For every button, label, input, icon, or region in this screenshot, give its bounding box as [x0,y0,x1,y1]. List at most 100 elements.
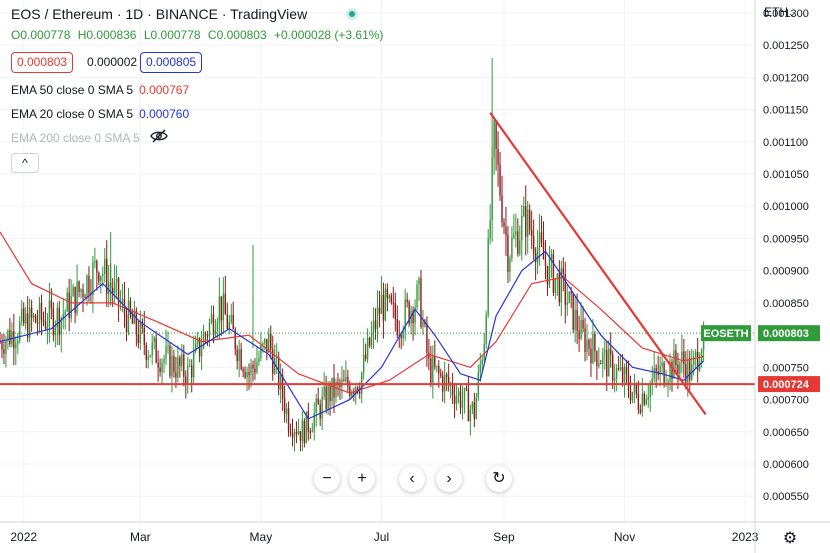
scroll-right-button[interactable]: › [436,466,462,492]
candle-body [216,322,219,331]
candle-body [677,364,679,374]
candle-body [167,345,169,347]
currency-select[interactable]: ETH⌄ [764,5,796,19]
candle-body [208,322,211,337]
x-tick-label: 2022 [10,530,37,544]
candle-body [279,374,282,390]
currency-label: ETH [764,5,788,19]
close-label: C [207,28,217,42]
candle-body [100,275,102,282]
candle-body [155,337,157,363]
ema20-legend[interactable]: EMA 20 close 0 SMA 5 0.000760 [11,107,189,121]
candle-body [495,121,497,149]
candle-body [513,234,515,238]
candle-body [283,398,286,414]
candle-body [649,383,651,397]
candle-body [325,386,327,409]
candle-body [64,311,66,315]
candle-body [232,314,234,330]
candle-body [384,288,387,321]
candle-body [17,340,19,345]
ema50-label: EMA 50 close 0 SMA 5 [11,83,134,97]
candle-body [651,378,653,384]
candle-body [359,391,361,394]
ema50-value: 0.000767 [139,83,190,97]
candle-body [562,268,564,274]
candle-body [297,431,300,434]
candle-body [673,350,675,379]
candle-body [163,358,165,363]
reset-chart-button[interactable]: ↻ [486,466,512,492]
x-tick-label: Nov [614,530,635,544]
ema50-legend[interactable]: EMA 50 close 0 SMA 5 0.000767 [11,83,189,97]
candle-body [145,345,147,360]
candle-body [528,209,531,230]
candle-body [5,340,7,354]
candle-body [598,363,600,367]
candle-body [611,354,614,381]
chart[interactable]: 0.001300 0.001250 0.001200 0.001150 0.001100… [0,0,830,553]
candle-body [386,288,389,299]
candle-body [149,355,151,357]
candle-body [574,310,576,330]
candle-body [390,295,393,303]
candle-body [295,431,298,434]
candle-body [576,310,578,331]
candle-body [309,431,312,433]
candle-body [315,398,317,414]
candle-body [600,363,602,365]
y-tick-label: 0.000900 [763,266,809,278]
candle-body [453,395,456,404]
candle-body [127,300,130,333]
candle-body [143,327,145,346]
candle-body [629,390,632,401]
candle-body [432,356,434,383]
candle-body [104,258,106,275]
ema200-legend[interactable]: EMA 200 close 0 SMA 5 [11,131,140,145]
candle-body [481,359,483,365]
candle-body [485,314,487,344]
open-label: O [11,28,21,42]
candle-body [139,321,142,344]
candle-body [370,333,373,346]
candle-body [527,209,529,237]
candle-body [48,300,51,327]
bid-button[interactable]: 0.000803 [11,52,74,73]
candle-body [264,338,266,344]
candle-body [647,396,649,400]
candle-body [420,278,422,327]
ask-button[interactable]: 0.000805 [140,52,203,73]
x-tick-label: Sep [493,530,515,544]
candle-body [66,292,68,312]
zoom-out-button[interactable]: − [314,466,340,492]
candle-body [40,303,43,320]
gear-icon[interactable]: ⚙ [781,530,799,548]
candle-body [625,366,628,375]
candle-body [451,384,454,396]
candle-body [661,362,663,366]
candle-body [3,349,5,354]
candle-body [226,314,228,329]
candle-body [242,369,244,372]
candle-body [588,339,590,349]
hidden-eye-icon[interactable] [150,129,168,143]
candle-body [258,357,260,363]
scroll-left-button[interactable]: ‹ [399,466,425,492]
candle-body [515,231,517,235]
y-tick-label: 0.000550 [763,491,809,503]
candle-body [179,357,181,366]
collapse-legend-button[interactable]: ^ [11,153,39,173]
candle-body [623,366,626,383]
x-tick-label: Jul [374,530,389,544]
candle-body [378,307,381,314]
candle-body [455,396,458,404]
zoom-in-button[interactable]: + [349,466,375,492]
y-tick-label: 0.001150 [763,105,808,117]
y-tick-label: 0.000650 [763,427,809,439]
candle-body [30,307,33,318]
candle-body [337,382,339,384]
candle-body [177,357,179,378]
candle-body [475,397,478,419]
candle-body [521,215,523,241]
y-tick-label: 0.000750 [763,362,809,374]
